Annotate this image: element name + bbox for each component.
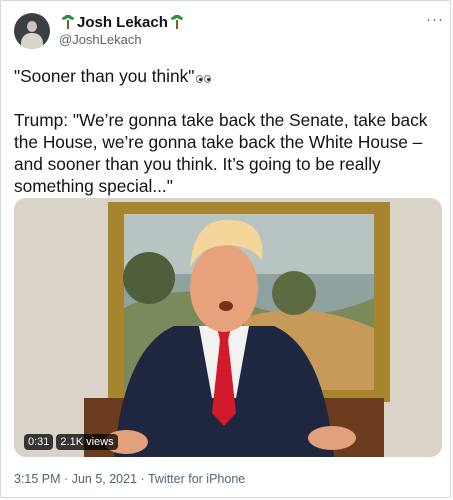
avatar-body [21, 33, 43, 49]
palm-tree-icon [61, 14, 75, 29]
tweet-line-1: "Sooner than you think" [14, 65, 442, 109]
tweet-metadata: 3:15 PM · Jun 5, 2021 · Twitter for iPho… [14, 472, 245, 486]
palm-tree-icon [170, 14, 184, 29]
meta-separator: · [140, 472, 145, 486]
avatar-head [27, 21, 37, 32]
video-badge: 0:31 2.1K views [24, 434, 121, 450]
avatar[interactable] [14, 13, 50, 49]
tweet-source[interactable]: Twitter for iPhone [148, 472, 245, 486]
tweet-time[interactable]: 3:15 PM [14, 472, 61, 486]
tweet-card: Josh Lekach @JoshLekach ··· "Sooner than… [0, 0, 451, 498]
tweet-line-1-text: "Sooner than you think" [14, 66, 195, 86]
tweet-date[interactable]: Jun 5, 2021 [72, 472, 137, 486]
video-views: 2.1K views [56, 434, 118, 450]
eyes-emoji-icon [196, 66, 212, 88]
meta-separator: · [64, 472, 69, 486]
tweet-line-2: Trump: "We’re gonna take back the Senate… [14, 110, 428, 196]
video-frame [14, 198, 442, 457]
tweet-text: "Sooner than you think" Trump: "We’re go… [14, 65, 442, 197]
video-player[interactable]: 0:31 2.1K views [14, 198, 442, 457]
author-name-row[interactable]: Josh Lekach [59, 13, 186, 31]
more-options-icon[interactable]: ··· [426, 12, 444, 27]
video-duration: 0:31 [24, 434, 54, 450]
display-name[interactable]: Josh Lekach [77, 14, 168, 31]
author-handle[interactable]: @JoshLekach [59, 32, 142, 47]
